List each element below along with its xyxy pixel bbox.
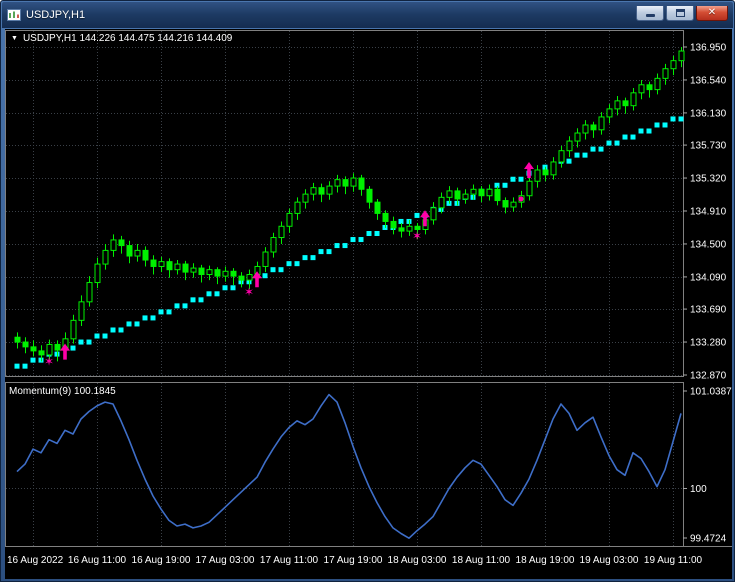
restore-icon: [675, 8, 685, 17]
time-tick-label: 17 Aug 03:00: [196, 555, 255, 566]
signal-star-icon: ✶: [44, 354, 54, 368]
price-scale[interactable]: 136.950 136.540 136.130 135.730 135.320 134.9…: [683, 43, 727, 382]
titlebar[interactable]: USDJPY,H1 ✕: [2, 2, 733, 28]
price-tick-label: 133.280: [690, 338, 727, 349]
candlesticks: [14, 47, 685, 362]
price-tick-label: 134.910: [690, 207, 727, 218]
price-tick-label: 136.130: [690, 108, 727, 119]
panel-borders: [5, 30, 732, 547]
momentum-line: [16, 393, 682, 540]
time-tick-label: 16 Aug 19:00: [132, 555, 191, 566]
close-icon: ✕: [707, 6, 717, 18]
signal-star-icon: ✶: [412, 229, 422, 243]
time-tick-label: 16 Aug 2022: [7, 555, 64, 566]
price-tick-label: 135.730: [690, 141, 727, 152]
time-tick-label: 17 Aug 11:00: [260, 555, 319, 566]
price-tick-label: 135.320: [690, 174, 727, 185]
close-button[interactable]: ✕: [696, 5, 728, 21]
time-tick-label: 17 Aug 19:00: [324, 555, 383, 566]
signal-star-icon: ✶: [244, 285, 254, 299]
chart-canvas[interactable]: ✶✶✶136.950136.540136.130135.730135.32013…: [5, 29, 732, 579]
chart-client-area: ✶ ✶ ✶ 136.950 136.540 136.130 135.730 135.320 13…: [5, 29, 732, 579]
chart-window-icon: [7, 9, 21, 21]
mt4-chart-window: USDJPY,H1 ✕ ✶ ✶ ✶ 136.950 136.540 136.130 135.…: [0, 0, 735, 582]
signal-dot-icon: [518, 196, 524, 202]
price-tick-label: 132.870: [690, 371, 727, 382]
momentum-scale[interactable]: 101.0387 100 99.4724: [683, 387, 732, 545]
price-tick-label: 134.090: [690, 272, 727, 283]
minimize-button[interactable]: [636, 5, 664, 21]
time-tick-label: 18 Aug 11:00: [452, 555, 511, 566]
buy-arrow-icon: [524, 161, 534, 178]
restore-button[interactable]: [666, 5, 694, 21]
price-tick-label: 133.690: [690, 305, 727, 316]
price-tick-label: 136.540: [690, 75, 727, 86]
momentum-tick-label: 100: [690, 484, 707, 495]
price-tick-label: 134.500: [690, 239, 727, 250]
time-tick-label: 16 Aug 11:00: [68, 555, 127, 566]
time-tick-label: 19 Aug 11:00: [644, 555, 703, 566]
time-scale[interactable]: 16 Aug 2022 16 Aug 11:00 16 Aug 19:00 17 Au…: [7, 555, 703, 566]
chart-dropdown-icon[interactable]: ▼: [11, 35, 18, 42]
momentum-tick-label: 101.0387: [690, 387, 732, 398]
time-tick-label: 18 Aug 03:00: [388, 555, 447, 566]
minimize-icon: [645, 13, 655, 17]
window-title: USDJPY,H1: [26, 9, 86, 21]
time-tick-label: 18 Aug 19:00: [516, 555, 575, 566]
chart-grid: [6, 31, 683, 546]
momentum-tick-label: 99.4724: [690, 534, 727, 545]
window-controls: ✕: [636, 5, 733, 21]
price-tick-label: 136.950: [690, 43, 727, 54]
time-tick-label: 19 Aug 03:00: [580, 555, 639, 566]
